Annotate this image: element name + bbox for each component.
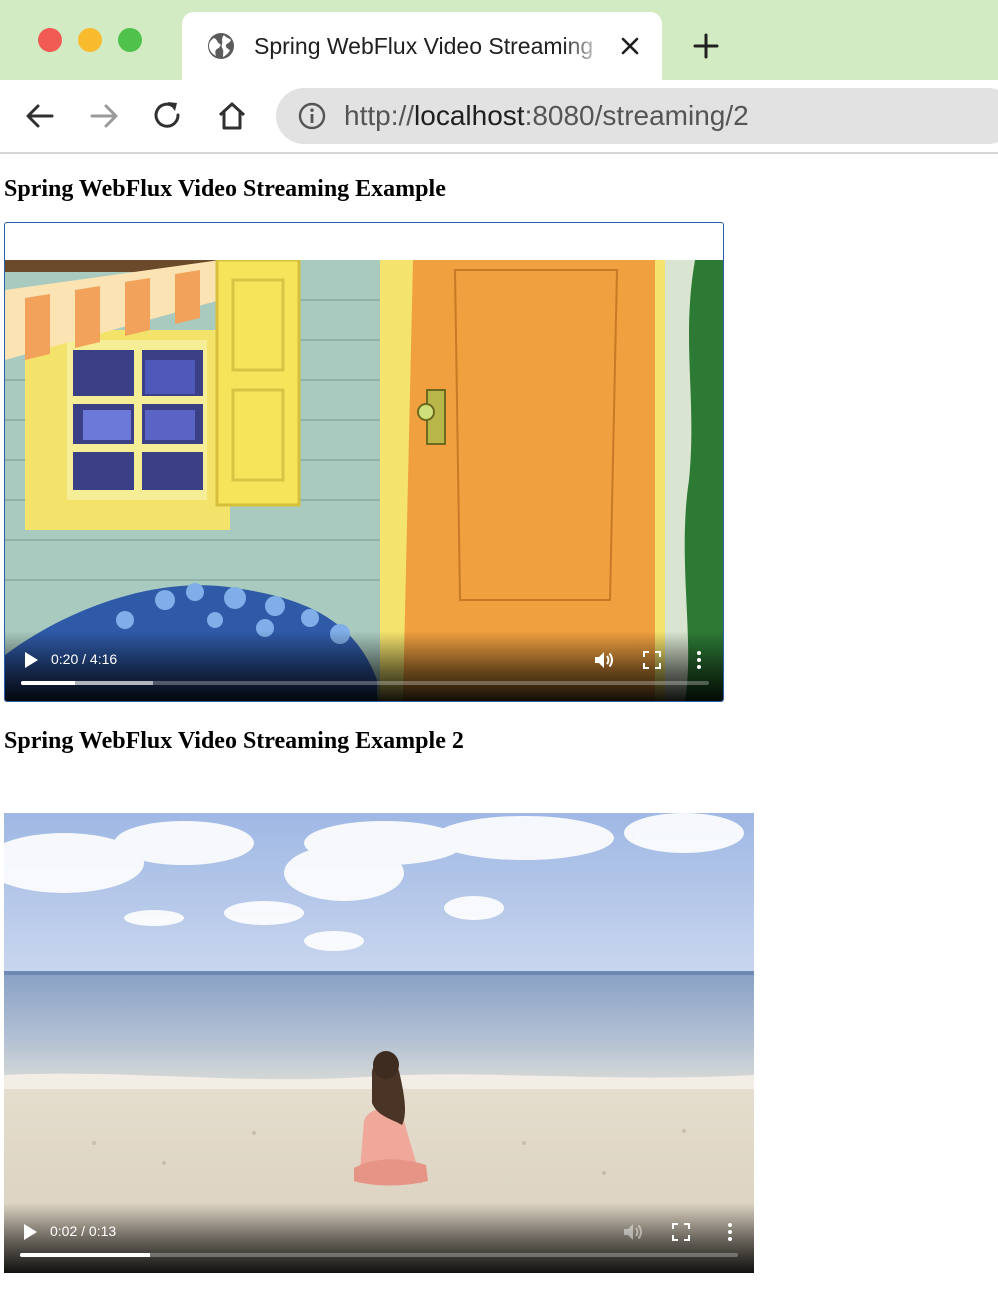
video-player-2[interactable]: 0:02 / 0:13 xyxy=(4,813,754,1273)
video-time-display: 0:02 / 0:13 xyxy=(50,1223,117,1239)
address-bar[interactable]: http://localhost:8080/streaming/2 xyxy=(276,88,998,144)
video-played-range xyxy=(21,681,75,685)
reload-icon[interactable] xyxy=(150,98,186,134)
video-time-display: 0:20 / 4:16 xyxy=(51,651,118,667)
window-close-button[interactable] xyxy=(38,28,62,52)
address-url: http://localhost:8080/streaming/2 xyxy=(344,98,749,134)
forward-arrow-icon[interactable] xyxy=(86,98,122,134)
play-icon[interactable] xyxy=(23,651,39,669)
back-arrow-icon[interactable] xyxy=(22,98,58,134)
close-icon[interactable] xyxy=(618,34,642,58)
globe-icon xyxy=(208,33,234,59)
page-heading-2: Spring WebFlux Video Streaming Example 2 xyxy=(4,728,464,754)
tab-title-fade xyxy=(562,26,606,66)
window-zoom-button[interactable] xyxy=(118,28,142,52)
volume-icon[interactable] xyxy=(593,649,615,671)
browser-toolbar: http://localhost:8080/streaming/2 xyxy=(0,80,998,154)
url-scheme: http:// xyxy=(344,100,415,131)
video-played-range xyxy=(20,1253,150,1257)
video-controls-1: 0:20 / 4:16 xyxy=(5,631,723,701)
tab-title: Spring WebFlux Video Streaming xyxy=(254,33,594,59)
new-tab-button[interactable] xyxy=(690,30,722,62)
fullscreen-icon[interactable] xyxy=(643,651,661,669)
fullscreen-icon[interactable] xyxy=(672,1223,690,1241)
browser-tab-strip: Spring WebFlux Video Streaming xyxy=(0,0,998,80)
video-progress-bar[interactable] xyxy=(21,681,709,685)
more-options-icon[interactable] xyxy=(695,649,703,671)
url-host: localhost xyxy=(414,100,525,131)
window-minimize-button[interactable] xyxy=(78,28,102,52)
site-info-icon[interactable] xyxy=(298,102,326,130)
volume-muted-icon[interactable] xyxy=(622,1221,644,1243)
video-controls-2: 0:02 / 0:13 xyxy=(4,1203,754,1273)
video-progress-bar[interactable] xyxy=(20,1253,738,1257)
home-icon[interactable] xyxy=(214,98,250,134)
url-path: :8080/streaming/2 xyxy=(524,100,749,131)
play-icon[interactable] xyxy=(22,1223,38,1241)
page-heading-1: Spring WebFlux Video Streaming Example xyxy=(4,176,446,202)
more-options-icon[interactable] xyxy=(726,1221,734,1243)
video-player-1[interactable]: 0:20 / 4:16 xyxy=(4,222,724,702)
browser-tab[interactable]: Spring WebFlux Video Streaming xyxy=(182,12,662,80)
